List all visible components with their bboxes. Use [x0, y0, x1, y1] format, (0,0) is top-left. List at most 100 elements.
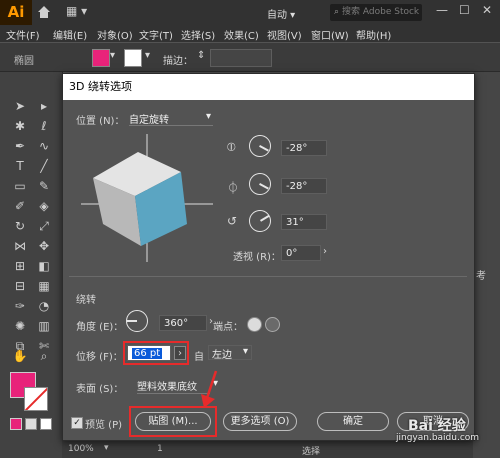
menu-edit[interactable]: 编辑(E) — [53, 27, 87, 42]
rotate-tool-icon[interactable]: ↻ — [12, 218, 28, 234]
ok-button[interactable]: 确定 — [317, 412, 389, 431]
scale-tool-icon[interactable]: ⤢ — [36, 218, 52, 234]
shape-label: 椭圆 — [14, 56, 34, 67]
home-icon[interactable] — [36, 4, 52, 20]
line-tool-icon[interactable]: ╱ — [36, 158, 52, 174]
shaper-tool-icon[interactable]: ✐ — [12, 198, 28, 214]
close-window-button[interactable]: ✕ — [482, 3, 492, 17]
menu-type[interactable]: 文字(T) — [139, 27, 173, 42]
status-mode: 选择 — [302, 447, 321, 457]
app-logo: Ai — [0, 0, 32, 25]
gradient-mode-button[interactable] — [25, 418, 37, 430]
menu-effect[interactable]: 效果(C) — [224, 27, 259, 42]
menu-file[interactable]: 文件(F) — [6, 27, 40, 42]
zoom-level[interactable]: 100% — [68, 444, 94, 454]
rotate-z-axis-icon: ↺ — [227, 214, 238, 228]
angle-dial[interactable] — [126, 310, 148, 332]
rotate-x-dial[interactable] — [249, 135, 271, 157]
artboard-number[interactable]: 1 — [157, 444, 163, 454]
rotate-x-field[interactable]: -28° — [281, 140, 327, 156]
graph-tool-icon[interactable]: ▥ — [36, 318, 52, 334]
position-dropdown[interactable]: 自定旋转 ▾ — [129, 111, 213, 126]
watermark-logo: Bai 经验 — [408, 418, 466, 434]
zoom-tool-icon[interactable]: ⌕ — [36, 348, 52, 364]
endcap-on-button[interactable] — [247, 317, 262, 332]
curvature-tool-icon[interactable]: ∿ — [36, 138, 52, 154]
color-mode-button[interactable] — [10, 418, 22, 430]
angle-label: 角度 (E)： — [76, 322, 124, 333]
3d-revolve-dialog: 3D 绕转选项 位置 (N)： 自定旋转 ▾ ⦶ -28° ⏀ -28° ↺ 31… — [62, 73, 475, 441]
live-paint-tool-icon[interactable]: ◧ — [36, 258, 52, 274]
position-dropdown-arrow-icon: ▾ — [205, 111, 211, 122]
maximize-button[interactable]: ☐ — [459, 3, 470, 17]
fill-swatch[interactable] — [92, 49, 110, 67]
stroke-swatch[interactable] — [124, 49, 142, 67]
preview-checkbox[interactable]: ✓ — [71, 417, 83, 429]
rotate-y-field[interactable]: -28° — [281, 178, 327, 194]
pen-tool-icon[interactable]: ✒ — [12, 138, 28, 154]
stroke-color-box[interactable] — [24, 387, 48, 411]
watermark-url: jingyan.baidu.com — [396, 433, 480, 443]
dialog-title: 3D 绕转选项 — [69, 80, 132, 93]
stroke-dropdown-icon[interactable]: ▾ — [145, 50, 150, 61]
menu-object[interactable]: 对象(O) — [97, 27, 133, 42]
stroke-label: 描边： — [163, 56, 193, 67]
endcap-label: 端点： — [213, 322, 243, 333]
3d-cube-preview[interactable] — [81, 134, 213, 262]
rotate-y-axis-icon: ⏀ — [227, 181, 240, 195]
paintbrush-tool-icon[interactable]: ✎ — [36, 178, 52, 194]
magic-wand-tool-icon[interactable]: ✱ — [12, 118, 28, 134]
right-panel — [473, 72, 500, 458]
more-options-button[interactable]: 更多选项 (O) — [223, 412, 297, 431]
angle-field[interactable]: 360° — [159, 315, 207, 331]
rotate-z-field[interactable]: 31° — [281, 214, 327, 230]
lasso-tool-icon[interactable]: ℓ — [36, 118, 52, 134]
offset-from-arrow-icon: ▾ — [242, 346, 248, 357]
workspace-selector[interactable]: 自动 ▾ — [267, 6, 295, 21]
section-divider — [69, 276, 467, 277]
endcap-off-button[interactable] — [265, 317, 280, 332]
surface-label: 表面 (S)： — [76, 384, 124, 395]
rectangle-tool-icon[interactable]: ▭ — [12, 178, 28, 194]
eyedropper-tool-icon[interactable]: ✑ — [12, 298, 28, 314]
right-panel-label: 考 — [476, 271, 486, 282]
offset-from-label: 自 — [194, 352, 204, 363]
menu-help[interactable]: 帮助(H) — [356, 27, 391, 42]
fill-dropdown-icon[interactable]: ▾ — [110, 50, 115, 61]
offset-highlight-box — [123, 341, 189, 365]
rotate-y-dial[interactable] — [249, 173, 271, 195]
stroke-stepper-icon[interactable]: ⇕ — [197, 50, 205, 61]
puppet-warp-tool-icon[interactable]: ✥ — [36, 238, 52, 254]
selection-tool-icon[interactable]: ➤ — [12, 98, 28, 114]
menu-select[interactable]: 选择(S) — [181, 27, 215, 42]
minimize-button[interactable]: — — [436, 3, 448, 17]
surface-dropdown[interactable]: 塑料效果底纹 ▾ — [137, 378, 218, 394]
perspective-field[interactable]: 0° — [281, 245, 321, 261]
workspace-switcher-icon[interactable]: ▦ ▾ — [66, 4, 87, 18]
shape-builder-tool-icon[interactable]: ⊞ — [12, 258, 28, 274]
preview-label: 预览 (P) — [85, 420, 123, 431]
hand-tool-icon[interactable]: ✋ — [12, 348, 28, 364]
width-tool-icon[interactable]: ⋈ — [12, 238, 28, 254]
rotate-x-axis-icon: ⦶ — [227, 140, 236, 154]
eraser-tool-icon[interactable]: ◈ — [36, 198, 52, 214]
stock-search-input[interactable]: ⌕ 搜索 Adobe Stock — [330, 4, 422, 21]
rotate-z-dial[interactable] — [249, 210, 271, 232]
red-arrow-annotation — [201, 370, 218, 408]
none-mode-button[interactable] — [40, 418, 52, 430]
type-tool-icon[interactable]: T — [12, 158, 28, 174]
menu-view[interactable]: 视图(V) — [267, 27, 302, 42]
stroke-weight-field[interactable] — [210, 49, 272, 67]
zoom-dropdown-icon[interactable]: ▾ — [104, 443, 109, 453]
offset-label: 位移 (F)： — [76, 352, 123, 363]
symbol-sprayer-tool-icon[interactable]: ✺ — [12, 318, 28, 334]
direct-selection-tool-icon[interactable]: ▸ — [36, 98, 52, 114]
offset-from-dropdown[interactable]: 左边 ▾ — [208, 345, 252, 361]
search-icon: ⌕ — [334, 7, 340, 17]
blend-tool-icon[interactable]: ◔ — [36, 298, 52, 314]
perspective-grid-tool-icon[interactable]: ⊟ — [12, 278, 28, 294]
mesh-tool-icon[interactable]: ▦ — [36, 278, 52, 294]
revolve-section-label: 绕转 — [76, 295, 96, 306]
perspective-arrow-icon[interactable]: › — [323, 246, 327, 257]
menu-window[interactable]: 窗口(W) — [311, 27, 349, 42]
